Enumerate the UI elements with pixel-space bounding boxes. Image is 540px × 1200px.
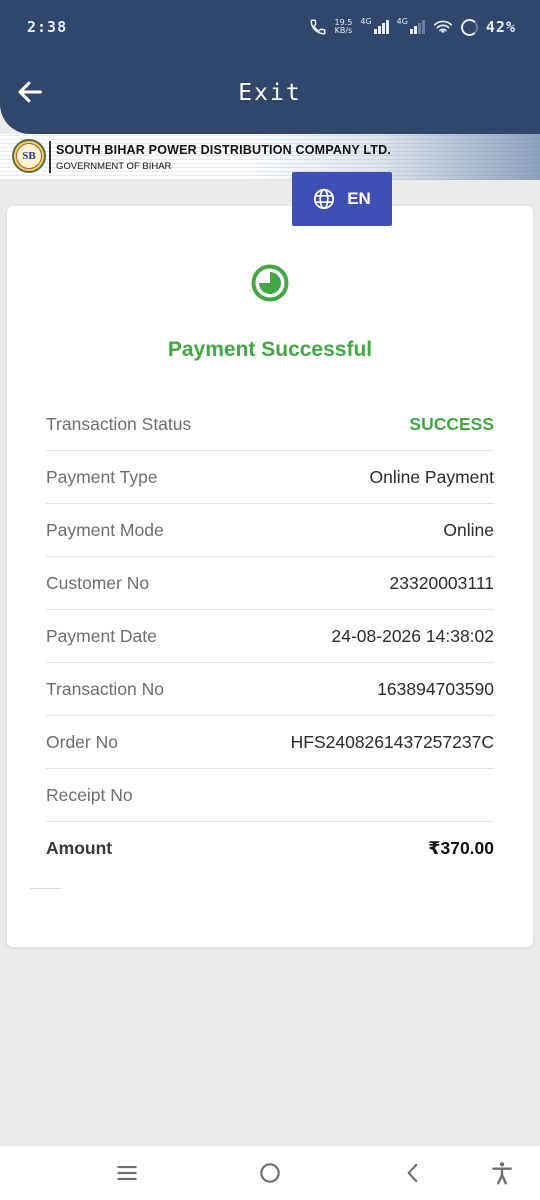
row-payment-date: Payment Date 24-08-2026 14:38:02: [46, 610, 494, 663]
payment-mode-label: Payment Mode: [46, 519, 164, 540]
wifi-icon: [433, 20, 453, 34]
row-transaction-status: Transaction Status SUCCESS: [46, 398, 494, 451]
menu-lines-icon: [117, 1165, 137, 1181]
company-logo: SB: [12, 139, 46, 173]
status-bar: 2:38 19.5 KB/s 4G 4G 42%: [0, 0, 540, 56]
receipt-details: Transaction Status SUCCESS Payment Type …: [46, 398, 494, 874]
row-receipt-no: Receipt No: [46, 769, 494, 822]
banner-pattern: [0, 134, 540, 180]
payment-date-label: Payment Date: [46, 625, 157, 646]
accessibility-button[interactable]: [489, 1160, 515, 1186]
customer-no-label: Customer No: [46, 572, 150, 593]
page-title: Exit: [238, 80, 302, 106]
amount-value: ₹370.00: [428, 837, 494, 858]
logo-divider: [49, 141, 51, 173]
customer-no-value: 23320003111: [389, 572, 494, 593]
row-transaction-no: Transaction No 163894703590: [46, 663, 494, 716]
network-type-2: 4G: [396, 16, 408, 26]
recents-button[interactable]: [114, 1160, 140, 1186]
call-icon: [309, 19, 325, 35]
accessibility-icon: [492, 1162, 512, 1185]
battery-icon: [460, 18, 478, 36]
app-header: 2:38 19.5 KB/s 4G 4G 42% Exit: [0, 0, 540, 134]
transaction-status-value: SUCCESS: [409, 413, 494, 434]
globe-icon: [314, 188, 335, 210]
payment-type-label: Payment Type: [46, 466, 158, 487]
transaction-status-label: Transaction Status: [46, 413, 192, 434]
amount-label: Amount: [46, 837, 113, 858]
transaction-no-label: Transaction No: [46, 678, 165, 699]
system-nav-bar: [0, 1146, 540, 1200]
payment-status-heading: Payment Successful: [167, 338, 373, 361]
company-banner: [0, 134, 540, 180]
payment-mode-value: Online: [443, 519, 494, 540]
language-label: EN: [347, 189, 371, 208]
row-customer-no: Customer No 23320003111: [46, 557, 494, 610]
transaction-no-value: 163894703590: [377, 678, 494, 699]
chevron-left-icon: [407, 1163, 418, 1183]
divider: [30, 888, 61, 889]
signal-2-icon: [409, 20, 425, 34]
success-icon: [251, 264, 289, 302]
row-amount: Amount ₹370.00: [46, 822, 494, 874]
home-button[interactable]: [257, 1160, 283, 1186]
language-button[interactable]: EN: [292, 172, 392, 226]
logo-text: SB: [16, 143, 42, 169]
company-name: SOUTH BIHAR POWER DISTRIBUTION COMPANY L…: [56, 143, 391, 157]
row-payment-type: Payment Type Online Payment: [46, 451, 494, 504]
network-type-1: 4G: [360, 16, 372, 26]
net-speed-unit: KB/s: [334, 26, 353, 35]
order-no-label: Order No: [46, 731, 118, 752]
battery-percent: 42%: [485, 18, 516, 36]
net-speed: 19.5 KB/s: [335, 19, 353, 35]
receipt-no-label: Receipt No: [46, 784, 133, 805]
circle-home-icon: [260, 1163, 280, 1183]
government-label: GOVERNMENT OF BIHAR: [56, 161, 172, 172]
payment-type-value: Online Payment: [369, 466, 494, 487]
order-no-value: HFS2408261437257237C: [290, 731, 494, 752]
row-payment-mode: Payment Mode Online: [46, 504, 494, 557]
status-icons: 19.5 KB/s 4G 4G 42%: [309, 16, 517, 36]
signal-1-icon: [373, 20, 389, 34]
system-back-button[interactable]: [400, 1160, 426, 1186]
status-time: 2:38: [27, 18, 68, 36]
payment-date-value: 24-08-2026 14:38:02: [331, 625, 495, 646]
row-order-no: Order No HFS2408261437257237C: [46, 716, 494, 769]
